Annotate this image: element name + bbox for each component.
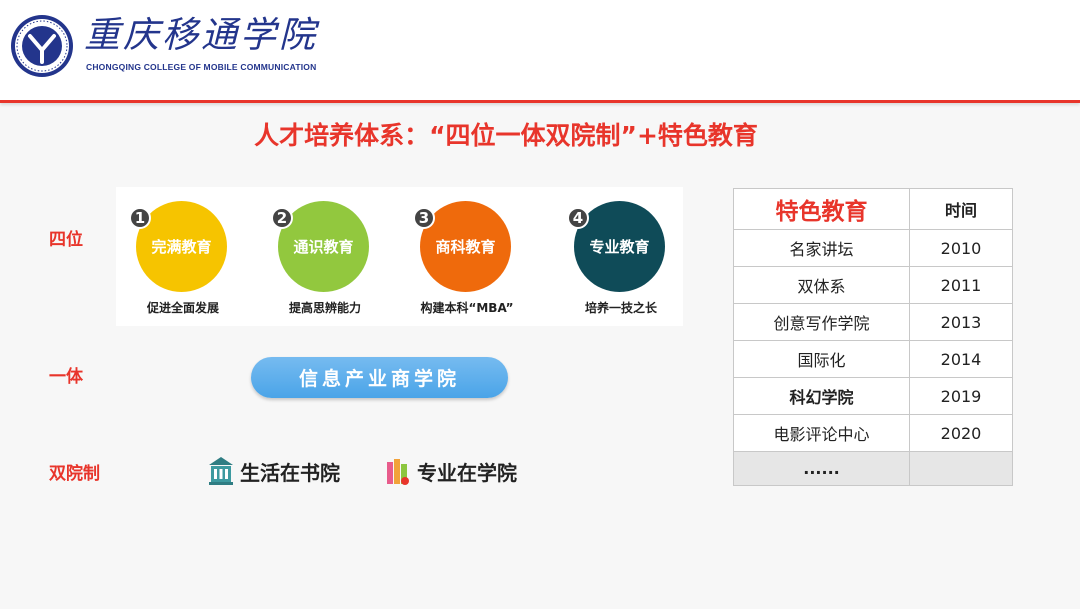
table-cell-name: 国际化 bbox=[733, 340, 910, 378]
business-school-pill: 信息产业商学院 bbox=[251, 357, 508, 398]
label-yiti: 一体 bbox=[49, 367, 83, 387]
table-cell-year: 2010 bbox=[909, 229, 1013, 267]
table-row: 科幻学院 2019 bbox=[733, 377, 1013, 415]
books-icon bbox=[387, 459, 409, 485]
table-row: 创意写作学院 2013 bbox=[733, 303, 1013, 341]
table-cell-name: 创意写作学院 bbox=[733, 303, 910, 341]
dual-item-residential-college: 生活在书院 bbox=[208, 456, 340, 486]
header: 重庆移通学院 CHONGQING COLLEGE OF MOBILE COMMU… bbox=[0, 0, 1080, 103]
education-caption: 提高思辨能力 bbox=[288, 301, 361, 315]
school-name-cn: 重庆移通学院 bbox=[84, 15, 319, 56]
table-cell-name: 名家讲坛 bbox=[733, 229, 910, 267]
table-header-row: 特色教育 时间 bbox=[733, 188, 1013, 230]
label-shuangyuanzhi: 双院制 bbox=[49, 464, 100, 484]
table-cell-year: 2020 bbox=[909, 414, 1013, 452]
label-siwei: 四位 bbox=[49, 230, 83, 250]
table-cell-year: 2013 bbox=[909, 303, 1013, 341]
education-item-4: 专业教育 4 培养一技之长 bbox=[562, 187, 702, 326]
dual-item-text: 生活在书院 bbox=[240, 460, 340, 485]
table-cell-year: 2014 bbox=[909, 340, 1013, 378]
table-row: 国际化 2014 bbox=[733, 340, 1013, 378]
number-badge: 1 bbox=[129, 207, 151, 229]
number-badge: 4 bbox=[567, 207, 589, 229]
table-cell-name: 电影评论中心 bbox=[733, 414, 910, 452]
education-item-3: 商科教育 3 构建本科“MBA” bbox=[408, 187, 548, 326]
number-badge: 2 bbox=[271, 207, 293, 229]
table-cell-name: ...... bbox=[733, 451, 910, 486]
education-panel: 完满教育 1 促进全面发展 通识教育 2 提高思辨能力 商科教育 3 构建本科“… bbox=[116, 187, 683, 326]
education-item-2: 通识教育 2 提高思辨能力 bbox=[266, 187, 406, 326]
education-caption: 构建本科“MBA” bbox=[420, 301, 514, 315]
table-cell-name: 双体系 bbox=[733, 266, 910, 304]
table-cell-name: 科幻学院 bbox=[733, 377, 910, 415]
school-seal-logo bbox=[11, 15, 73, 77]
building-icon bbox=[209, 457, 233, 485]
table-row: ...... bbox=[733, 451, 1013, 486]
table-cell-year bbox=[909, 451, 1013, 486]
education-caption: 促进全面发展 bbox=[146, 301, 219, 315]
dual-item-academic-college: 专业在学院 bbox=[385, 456, 517, 486]
table-header-feature: 特色教育 bbox=[733, 188, 910, 230]
school-name-en: CHONGQING COLLEGE OF MOBILE COMMUNICATIO… bbox=[86, 62, 317, 72]
table-row: 名家讲坛 2010 bbox=[733, 229, 1013, 267]
number-badge: 3 bbox=[413, 207, 435, 229]
dual-item-text: 专业在学院 bbox=[417, 460, 517, 485]
table-row: 双体系 2011 bbox=[733, 266, 1013, 304]
table-cell-year: 2019 bbox=[909, 377, 1013, 415]
table-row: 电影评论中心 2020 bbox=[733, 414, 1013, 452]
table-cell-year: 2011 bbox=[909, 266, 1013, 304]
page-title: 人才培养体系：“四位一体双院制”+特色教育 bbox=[254, 121, 758, 150]
table-header-time: 时间 bbox=[909, 188, 1013, 230]
feature-education-table: 特色教育 时间 名家讲坛 2010 双体系 2011 创意写作学院 2013 国… bbox=[733, 188, 1013, 486]
education-item-1: 完满教育 1 促进全面发展 bbox=[124, 187, 264, 326]
education-caption: 培养一技之长 bbox=[584, 301, 657, 315]
